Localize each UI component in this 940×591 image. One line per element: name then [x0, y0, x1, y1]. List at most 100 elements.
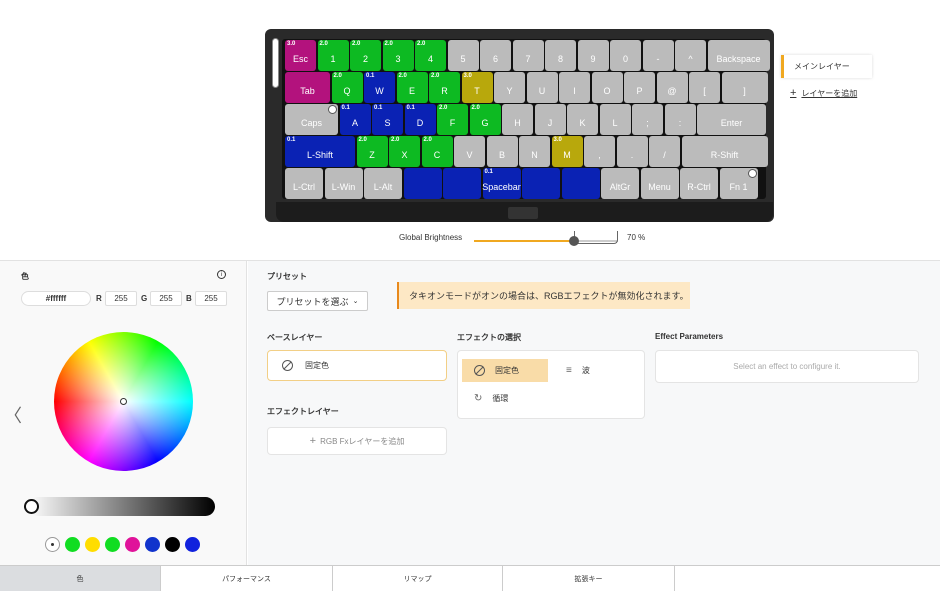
key-z[interactable]: 2.0 Z	[356, 136, 388, 167]
key-r[interactable]: 2.0 R	[429, 72, 460, 103]
key-r-shift[interactable]: R-Shift	[681, 136, 768, 167]
key--[interactable]: -	[642, 40, 674, 71]
key-2[interactable]: 2.0 2	[350, 40, 381, 71]
chevron-left-icon[interactable]: 〈	[4, 402, 22, 428]
key-r-ctrl[interactable]: R-Ctrl	[680, 168, 718, 199]
hex-input[interactable]: #ffffff	[21, 291, 91, 306]
effect-params-title: Effect Parameters	[655, 332, 724, 341]
key-blank[interactable]	[443, 168, 481, 199]
key-blank[interactable]	[403, 168, 442, 199]
key-h[interactable]: H	[502, 104, 533, 135]
key-x[interactable]: 2.0 X	[389, 136, 420, 167]
key--[interactable]: ;	[632, 104, 663, 135]
key-6[interactable]: 6	[480, 40, 511, 71]
preset-select-button[interactable]: プリセットを選ぶ ⌄	[267, 291, 368, 311]
key--[interactable]: @	[656, 72, 688, 103]
color-swatch[interactable]	[125, 537, 140, 552]
key-n[interactable]: N	[519, 136, 550, 167]
key-tab[interactable]: Tab	[285, 72, 330, 103]
key-blank[interactable]	[522, 168, 560, 199]
key-l-shift[interactable]: 0.1 L-Shift	[285, 136, 355, 167]
key-q[interactable]: 2.0 Q	[331, 72, 363, 103]
key-enter[interactable]: Enter	[697, 104, 766, 135]
key-l-ctrl[interactable]: L-Ctrl	[285, 168, 323, 199]
color-swatch[interactable]	[145, 537, 160, 552]
key-4[interactable]: 2.0 4	[415, 40, 446, 71]
key-3[interactable]: 2.0 3	[382, 40, 414, 71]
key-altgr[interactable]: AltGr	[601, 168, 639, 199]
effect-cycle[interactable]: ↻ 循環	[462, 387, 548, 410]
color-swatch[interactable]	[185, 537, 200, 552]
key-m[interactable]: 3.0 M	[551, 136, 583, 167]
key-1[interactable]: 2.0 1	[317, 40, 349, 71]
add-fx-layer-button[interactable]: + RGB Fxレイヤーを追加	[267, 427, 447, 455]
g-input[interactable]: 255	[150, 291, 182, 306]
key--[interactable]: .	[616, 136, 648, 167]
tab-extended-keys[interactable]: 拡張キー	[503, 566, 675, 591]
key-l-win[interactable]: L-Win	[324, 168, 363, 199]
key--[interactable]: :	[664, 104, 696, 135]
b-input[interactable]: 255	[195, 291, 227, 306]
key-f[interactable]: 2.0 F	[437, 104, 468, 135]
key--[interactable]: /	[649, 136, 680, 167]
tab-performance[interactable]: パフォーマンス	[161, 566, 333, 591]
key-y[interactable]: Y	[494, 72, 525, 103]
info-icon[interactable]: i	[217, 270, 226, 279]
layer-tab-main[interactable]: メインレイヤー	[781, 55, 872, 78]
effect-wave[interactable]: ≡ 波	[554, 359, 634, 382]
key-label: V	[466, 149, 473, 160]
key-v[interactable]: V	[454, 136, 485, 167]
key-fn-1[interactable]: Fn 1	[719, 168, 758, 199]
key-spacebar[interactable]: 0.1 Spacebar	[482, 168, 521, 199]
key--[interactable]: ,	[584, 136, 615, 167]
luminance-slider[interactable]	[28, 497, 215, 516]
color-swatch[interactable]	[45, 537, 60, 552]
tab-color[interactable]: 色	[0, 566, 161, 591]
color-swatch[interactable]	[105, 537, 120, 552]
key-l-alt[interactable]: L-Alt	[364, 168, 402, 199]
key-7[interactable]: 7	[512, 40, 544, 71]
key-0[interactable]: 0	[610, 40, 641, 71]
key-e[interactable]: 2.0 E	[396, 72, 428, 103]
key-blank[interactable]	[561, 168, 600, 199]
key-t[interactable]: 3.0 T	[461, 72, 493, 103]
key-label: 7	[525, 53, 531, 64]
base-layer-card[interactable]: 固定色	[267, 350, 447, 381]
key-w[interactable]: 0.1 W	[364, 72, 395, 103]
key--[interactable]: ]	[721, 72, 768, 103]
key-k[interactable]: K	[567, 104, 598, 135]
add-layer-link[interactable]: + レイヤーを追加	[790, 87, 857, 99]
tab-remap[interactable]: リマップ	[333, 566, 503, 591]
key-a[interactable]: 0.1 A	[339, 104, 371, 135]
key-caps[interactable]: Caps	[285, 104, 338, 135]
key-b[interactable]: B	[486, 136, 518, 167]
key-esc[interactable]: 3.0 Esc	[285, 40, 316, 71]
brightness-slider-range-box	[574, 231, 618, 244]
color-swatch[interactable]	[165, 537, 180, 552]
color-swatch[interactable]	[65, 537, 80, 552]
key-g[interactable]: 2.0 G	[469, 104, 501, 135]
key-o[interactable]: O	[591, 72, 623, 103]
key-d[interactable]: 0.1 D	[404, 104, 436, 135]
key-s[interactable]: 0.1 S	[372, 104, 403, 135]
key-8[interactable]: 8	[545, 40, 576, 71]
key-menu[interactable]: Menu	[640, 168, 679, 199]
key-c[interactable]: 2.0 C	[421, 136, 453, 167]
key-i[interactable]: I	[559, 72, 590, 103]
key-5[interactable]: 5	[447, 40, 479, 71]
key--[interactable]: ^	[675, 40, 706, 71]
effect-solid[interactable]: 固定色	[462, 359, 548, 382]
key-j[interactable]: J	[534, 104, 566, 135]
key--[interactable]: [	[689, 72, 720, 103]
key-backspace[interactable]: Backspace	[707, 40, 770, 71]
key-u[interactable]: U	[526, 72, 558, 103]
r-input[interactable]: 255	[105, 291, 137, 306]
key-p[interactable]: P	[624, 72, 655, 103]
color-wheel-picker[interactable]	[120, 398, 127, 405]
key-l[interactable]: L	[599, 104, 631, 135]
key-9[interactable]: 9	[577, 40, 609, 71]
color-swatch[interactable]	[85, 537, 100, 552]
key-label: K	[579, 117, 586, 128]
brightness-slider-thumb[interactable]	[569, 236, 579, 246]
luminance-slider-thumb[interactable]	[24, 499, 39, 514]
